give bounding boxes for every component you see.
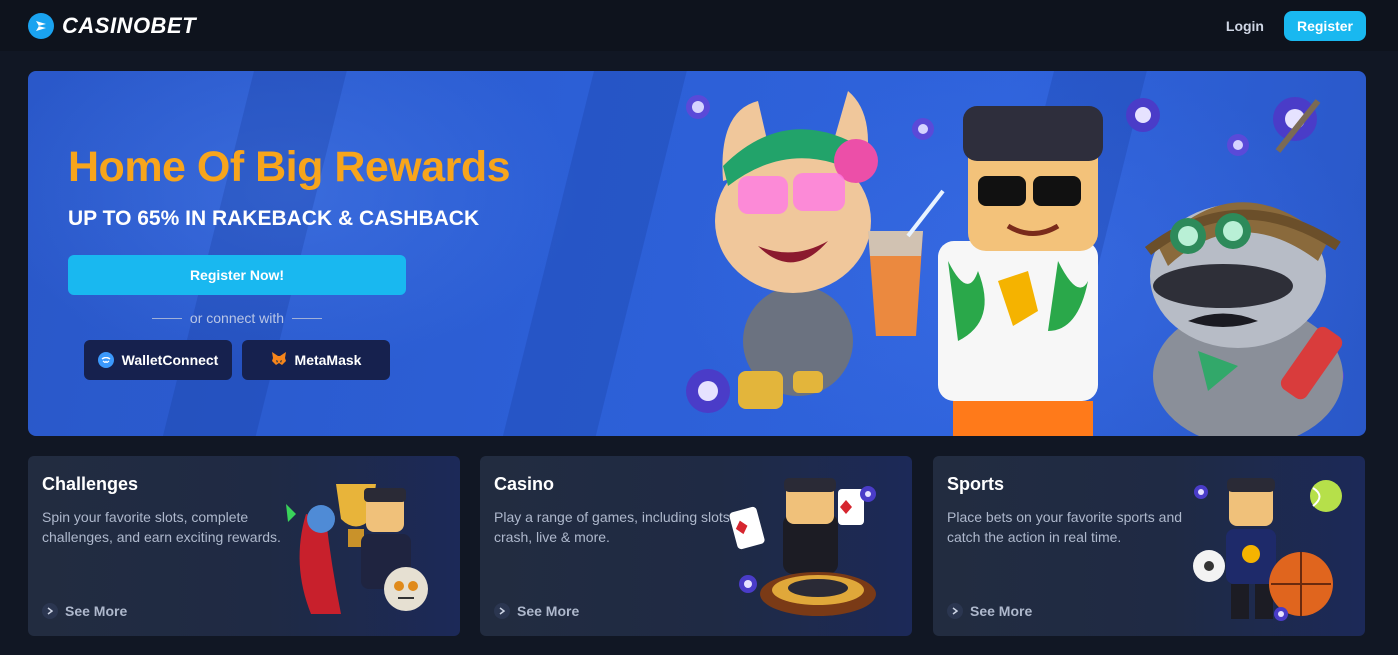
see-more-link[interactable]: See More [42, 603, 127, 619]
casino-illustration [729, 478, 876, 616]
cat-character [715, 91, 878, 409]
card-title: Sports [947, 474, 1005, 494]
chevron-right-icon [494, 603, 510, 619]
chevron-right-icon [42, 603, 58, 619]
casino-card[interactable]: Casino Play a range of games, including … [480, 456, 912, 636]
top-nav: CASINOBET Login Register [0, 0, 1398, 51]
hero-banner: Home Of Big Rewards UP TO 65% IN RAKEBAC… [28, 71, 1366, 436]
register-button[interactable]: Register [1284, 10, 1366, 41]
divider-line [292, 317, 323, 319]
metamask-button[interactable]: MetaMask [242, 340, 390, 380]
hero-subtitle: UP TO 65% IN RAKEBACK & CASHBACK [68, 207, 480, 230]
walletconnect-icon [97, 352, 114, 368]
walletconnect-button[interactable]: WalletConnect [84, 340, 232, 380]
see-more-link[interactable]: See More [494, 603, 579, 619]
logo-icon [28, 12, 54, 39]
card-title: Challenges [42, 474, 139, 494]
connect-divider: or connect with [68, 310, 406, 326]
see-more-link[interactable]: See More [947, 603, 1032, 619]
brand-logo[interactable]: CASINOBET [28, 12, 197, 39]
lego-character [938, 106, 1103, 436]
card-description: Place bets on your favorite sports and c… [947, 509, 1183, 545]
see-more-label: See More [970, 603, 1033, 619]
hero-title: Home Of Big Rewards [68, 143, 511, 191]
hero-bg-stripe [493, 71, 693, 436]
challenges-illustration [286, 484, 428, 614]
chevron-right-icon [947, 603, 963, 619]
connect-text: or connect with [189, 310, 285, 326]
brand-name: CASINOBET [62, 12, 197, 38]
register-now-button[interactable]: Register Now! [68, 255, 406, 295]
card-description: Spin your favorite slots, complete chall… [42, 509, 281, 545]
login-link[interactable]: Login [1226, 18, 1264, 34]
walletconnect-label: WalletConnect [121, 352, 219, 368]
metamask-label: MetaMask [294, 352, 362, 368]
metamask-icon [271, 351, 287, 369]
challenges-card[interactable]: Challenges Spin your favorite slots, com… [28, 456, 460, 636]
divider-line [151, 317, 182, 319]
see-more-label: See More [65, 603, 128, 619]
hero-characters-illustration [686, 91, 1344, 436]
hero-bg-stripe [153, 71, 353, 436]
drink-glass-icon [868, 189, 945, 336]
sports-card[interactable]: Sports Place bets on your favorite sport… [933, 456, 1365, 636]
sports-illustration [1193, 478, 1342, 621]
see-more-label: See More [517, 603, 580, 619]
card-title: Casino [494, 474, 555, 494]
card-description: Play a range of games, including slots, … [494, 509, 734, 545]
